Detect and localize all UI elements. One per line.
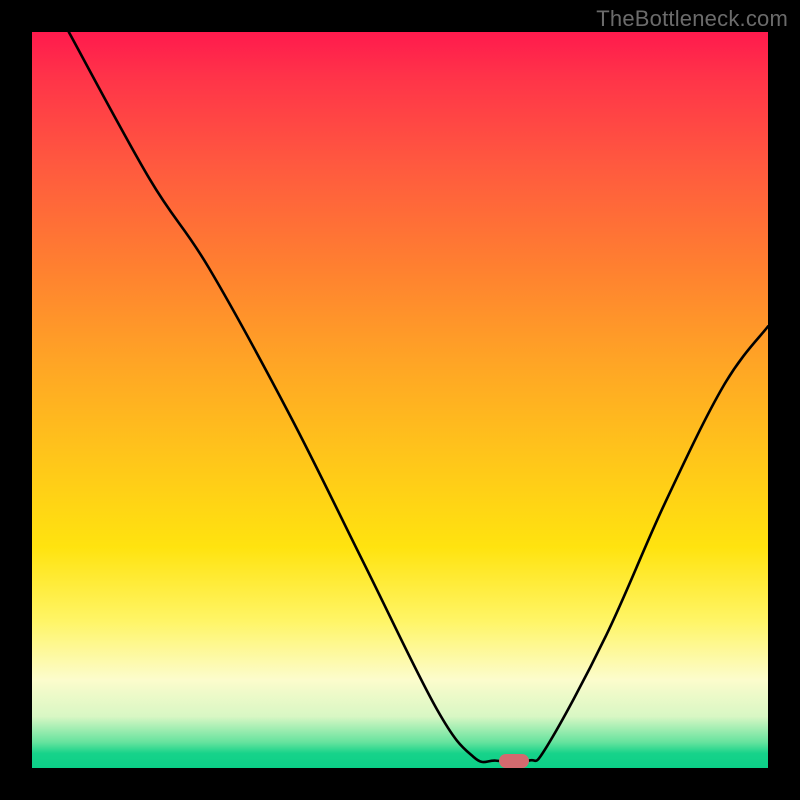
chart-frame: TheBottleneck.com — [0, 0, 800, 800]
watermark-text: TheBottleneck.com — [596, 6, 788, 32]
chart-plot-area — [32, 32, 768, 768]
bottleneck-curve — [32, 32, 768, 768]
optimal-marker — [499, 754, 529, 768]
